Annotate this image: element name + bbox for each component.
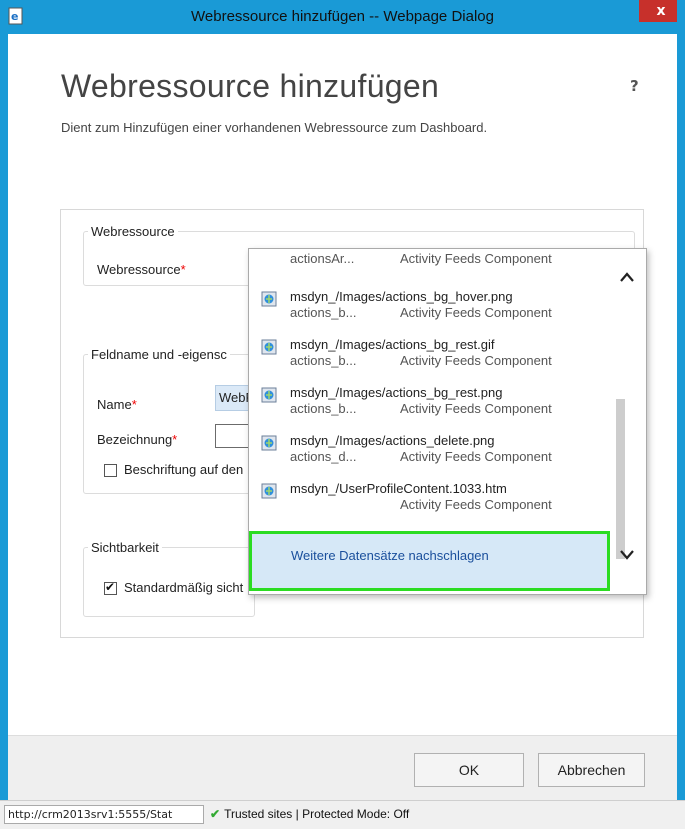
window-titlebar: e Webressource hinzufügen -- Webpage Dia… [0,0,685,34]
result-display-name: actions_b... [290,305,357,320]
lookup-result-item[interactable]: msdyn_/Images/actions_bg_rest.png action… [249,385,609,429]
window-border-left [0,0,8,800]
result-display-name: actions_d... [290,449,357,464]
dialog-footer: OK Abbrechen [8,735,677,801]
result-solution: Activity Feeds Component [400,251,552,266]
fieldname-group-legend: Feldname und -eigensc [91,347,227,362]
lookup-results-dropdown: actionsAr... Activity Feeds Component ms… [248,248,647,595]
lookup-result-item[interactable]: msdyn_/Images/actions_delete.png actions… [249,433,609,477]
page-title: Webressource hinzufügen [61,68,440,104]
more-records-link[interactable]: Weitere Datensätze nachschlagen [249,531,610,591]
cancel-button[interactable]: Abbrechen [538,753,645,787]
help-icon[interactable]: ? [630,77,639,95]
lookup-result-item[interactable]: msdyn_/UserProfileContent.1033.htm Activ… [249,481,609,525]
dropdown-scrollbar[interactable] [616,249,646,594]
more-records-label: Weitere Datensätze nachschlagen [291,548,489,563]
window-title: Webressource hinzufügen -- Webpage Dialo… [191,8,494,25]
page-description: Dient zum Hinzufügen einer vorhandenen W… [61,120,488,135]
lookup-result-item[interactable]: msdyn_/Images/actions_bg_hover.png actio… [249,289,609,333]
webresource-file-icon [261,339,277,355]
result-name: msdyn_/Images/actions_bg_rest.png [290,385,503,400]
standard-visible-checkbox[interactable] [104,580,117,595]
name-label: Name* [97,397,137,412]
beschriftung-label: Beschriftung auf den [124,462,244,477]
lookup-result-item[interactable]: msdyn_/Images/actions_bg_rest.gif action… [249,337,609,381]
webressource-group-legend: Webressource [91,224,175,239]
status-url: http://crm2013srv1:5555/Stat [4,805,204,824]
result-name: msdyn_/Images/actions_bg_rest.gif [290,337,495,352]
scroll-up-icon[interactable] [619,271,635,283]
bezeichnung-label: Bezeichnung* [97,432,178,447]
trusted-check-icon: ✔ [210,807,221,821]
webresource-file-icon [261,435,277,451]
webresource-file-icon [261,483,277,499]
scroll-down-icon[interactable] [619,549,635,561]
status-bar: http://crm2013srv1:5555/Stat ✔ Trusted si… [0,800,685,829]
result-display-name: actions_b... [290,353,357,368]
window-border-right [677,0,685,800]
lookup-result-item[interactable]: actionsAr... Activity Feeds Component [249,249,609,279]
result-name: msdyn_/Images/actions_delete.png [290,433,495,448]
result-solution: Activity Feeds Component [400,449,552,464]
result-solution: Activity Feeds Component [400,305,552,320]
result-solution: Activity Feeds Component [400,353,552,368]
beschriftung-checkbox[interactable] [104,464,117,477]
security-zone: ✔ Trusted sites | Protected Mode: Off [210,807,409,821]
result-solution: Activity Feeds Component [400,497,552,512]
ok-button[interactable]: OK [414,753,524,787]
standard-visible-label: Standardmäßig sicht [124,580,244,595]
sichtbarkeit-group: Sichtbarkeit [83,540,255,617]
result-name: msdyn_/Images/actions_bg_hover.png [290,289,513,304]
webresource-file-icon [261,387,277,403]
webresource-file-icon [261,291,277,307]
sichtbarkeit-group-legend: Sichtbarkeit [91,540,159,555]
scrollbar-thumb[interactable] [616,399,625,559]
result-display-name: actionsAr... [290,251,355,266]
result-name: msdyn_/UserProfileContent.1033.htm [290,481,507,496]
webressource-label: Webressource* [97,262,186,277]
result-solution: Activity Feeds Component [400,401,552,416]
result-display-name: actions_b... [290,401,357,416]
security-zone-label: Trusted sites | Protected Mode: Off [224,807,410,821]
